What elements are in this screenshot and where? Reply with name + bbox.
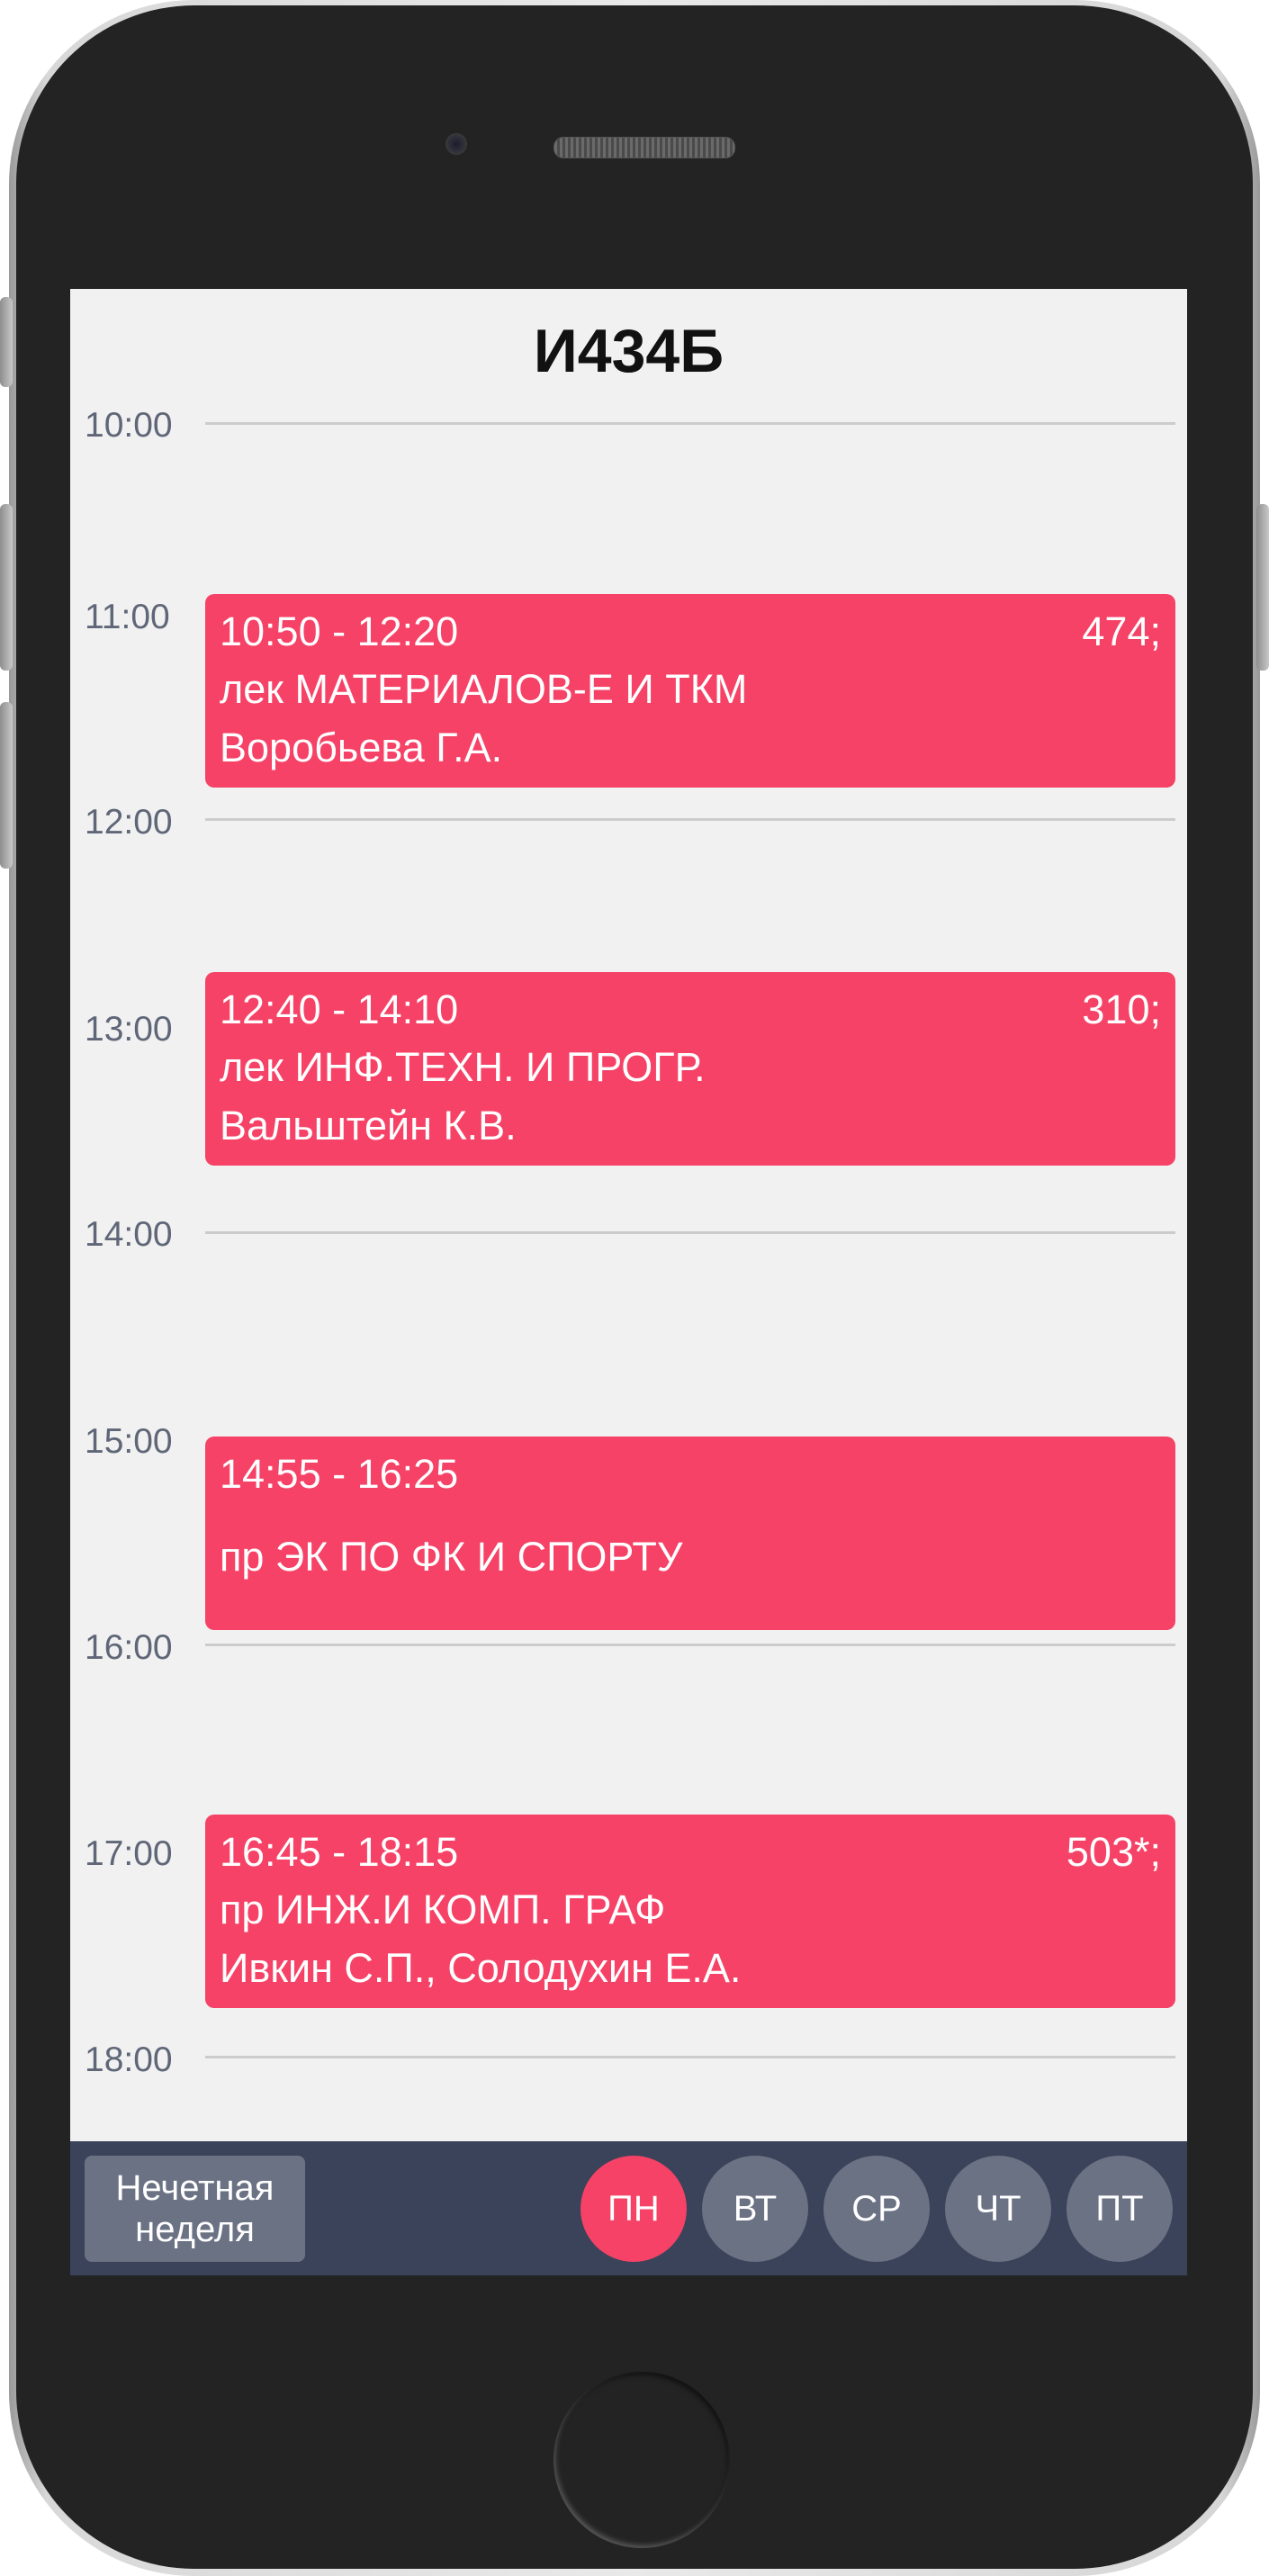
power-button <box>1256 504 1269 671</box>
week-toggle-button[interactable]: Нечетная неделя <box>85 2156 305 2262</box>
hour-label: 16:00 <box>85 1628 173 1667</box>
lesson-time: 16:45 - 18:15 <box>220 1829 459 1875</box>
hour-label: 10:00 <box>85 406 173 445</box>
hour-label: 18:00 <box>85 2040 173 2079</box>
mute-switch <box>0 297 13 387</box>
hour-label: 14:00 <box>85 1215 173 1254</box>
hour-label: 12:00 <box>85 803 173 842</box>
hour-divider <box>205 1644 1175 1646</box>
lesson-time: 10:50 - 12:20 <box>220 608 459 654</box>
hour-divider <box>205 2056 1175 2058</box>
hour-label: 17:00 <box>85 1834 173 1873</box>
lesson-teacher: Вальштейн К.В. <box>220 1103 517 1148</box>
earpiece-speaker <box>554 137 735 158</box>
lesson-card[interactable]: 12:40 - 14:10 310; лек ИНФ.ТЕХН. И ПРОГР… <box>205 972 1175 1166</box>
hour-label: 15:00 <box>85 1422 173 1461</box>
volume-up-button <box>0 504 13 671</box>
day-button-tue[interactable]: ВТ <box>702 2156 808 2262</box>
home-button[interactable] <box>554 2372 730 2548</box>
day-button-fri[interactable]: ПТ <box>1066 2156 1173 2262</box>
lesson-room: 310; <box>1082 986 1161 1032</box>
lesson-subject: пр ЭК ПО ФК И СПОРТУ <box>220 1534 683 1580</box>
lesson-room: 474; <box>1082 608 1161 654</box>
day-button-thu[interactable]: ЧТ <box>945 2156 1051 2262</box>
lesson-subject: лек МАТЕРИАЛОВ-Е И ТКМ <box>220 666 748 712</box>
hour-divider <box>205 818 1175 821</box>
lesson-card[interactable]: 16:45 - 18:15 503*; пр ИНЖ.И КОМП. ГРАФ … <box>205 1815 1175 2008</box>
lesson-teacher: Воробьева Г.А. <box>220 725 503 770</box>
app-screen: И434Б 10:00 11:00 12:00 13:00 14:00 15:0… <box>70 289 1187 2275</box>
front-camera <box>446 133 467 155</box>
day-button-wed[interactable]: СР <box>824 2156 930 2262</box>
lesson-subject: пр ИНЖ.И КОМП. ГРАФ <box>220 1887 666 1932</box>
lesson-time: 14:55 - 16:25 <box>220 1451 459 1497</box>
group-title: И434Б <box>533 317 724 385</box>
hour-label: 11:00 <box>85 598 170 636</box>
lesson-time: 12:40 - 14:10 <box>220 986 459 1032</box>
hour-label: 13:00 <box>85 1010 173 1049</box>
bottom-nav-bar: Нечетная неделя ПН ВТ СР ЧТ ПТ <box>70 2141 1187 2275</box>
hour-divider <box>205 1231 1175 1234</box>
day-button-mon[interactable]: ПН <box>580 2156 687 2262</box>
lesson-card[interactable]: 10:50 - 12:20 474; лек МАТЕРИАЛОВ-Е И ТК… <box>205 594 1175 788</box>
hour-divider <box>205 422 1175 425</box>
volume-down-button <box>0 702 13 869</box>
lesson-card[interactable]: 14:55 - 16:25 пр ЭК ПО ФК И СПОРТУ <box>205 1437 1175 1630</box>
lesson-room: 503*; <box>1066 1829 1161 1875</box>
lesson-subject: лек ИНФ.ТЕХН. И ПРОГР. <box>220 1044 706 1090</box>
lesson-teacher: Ивкин С.П., Солодухин Е.А. <box>220 1945 742 1991</box>
